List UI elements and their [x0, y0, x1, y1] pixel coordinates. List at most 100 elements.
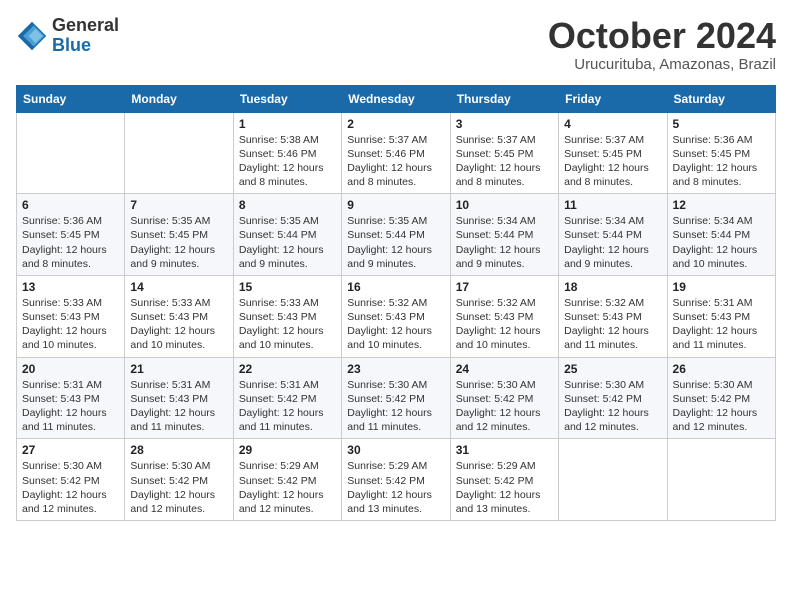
calendar-cell: 20Sunrise: 5:31 AMSunset: 5:43 PMDayligh…: [17, 357, 125, 439]
day-number: 9: [347, 198, 444, 212]
calendar-cell: 25Sunrise: 5:30 AMSunset: 5:42 PMDayligh…: [559, 357, 667, 439]
calendar-cell: 18 Sunrise: 5:32 AMSunset: 5:43 PMDayligh…: [559, 275, 667, 357]
day-number: 3: [456, 117, 553, 131]
calendar-cell: 22 Sunrise: 5:31 AMSunset: 5:42 PMDayligh…: [233, 357, 341, 439]
calendar-cell: 15Sunrise: 5:33 AMSunset: 5:43 PMDayligh…: [233, 275, 341, 357]
day-number: 28: [130, 443, 227, 457]
calendar-body: 1 Sunrise: 5:38 AMSunset: 5:46 PMDaylight…: [17, 112, 776, 520]
header-wednesday: Wednesday: [342, 85, 450, 112]
header-saturday: Saturday: [667, 85, 775, 112]
calendar-cell: 16Sunrise: 5:32 AMSunset: 5:43 PMDayligh…: [342, 275, 450, 357]
calendar-cell: 24 Sunrise: 5:30 AMSunset: 5:42 PMDayligh…: [450, 357, 558, 439]
calendar-cell: 26 Sunrise: 5:30 AMSunset: 5:42 PMDayligh…: [667, 357, 775, 439]
day-number: 11: [564, 198, 661, 212]
calendar-cell: 17 Sunrise: 5:32 AMSunset: 5:43 PMDayligh…: [450, 275, 558, 357]
calendar-cell: 23Sunrise: 5:30 AMSunset: 5:42 PMDayligh…: [342, 357, 450, 439]
day-number: 18: [564, 280, 661, 294]
day-number: 19: [673, 280, 770, 294]
header-monday: Monday: [125, 85, 233, 112]
day-info: Sunrise: 5:31 AMSunset: 5:42 PMDaylight:…: [239, 378, 336, 435]
day-number: 13: [22, 280, 119, 294]
calendar-cell: [667, 439, 775, 521]
day-number: 1: [239, 117, 336, 131]
day-number: 5: [673, 117, 770, 131]
day-info: Sunrise: 5:33 AMSunset: 5:43 PMDaylight:…: [22, 296, 119, 353]
logo-blue: Blue: [52, 35, 91, 55]
day-info: Sunrise: 5:37 AMSunset: 5:45 PMDaylight:…: [564, 133, 661, 190]
day-info: Sunrise: 5:30 AMSunset: 5:42 PMDaylight:…: [22, 459, 119, 516]
calendar-cell: 29 Sunrise: 5:29 AMSunset: 5:42 PMDayligh…: [233, 439, 341, 521]
calendar-week-2: 6 Sunrise: 5:36 AMSunset: 5:45 PMDaylight…: [17, 194, 776, 276]
day-number: 15: [239, 280, 336, 294]
day-info: Sunrise: 5:34 AMSunset: 5:44 PMDaylight:…: [564, 214, 661, 271]
header-thursday: Thursday: [450, 85, 558, 112]
day-number: 23: [347, 362, 444, 376]
title-block: October 2024 Urucurituba, Amazonas, Braz…: [548, 16, 776, 73]
day-info: Sunrise: 5:32 AMSunset: 5:43 PMDaylight:…: [564, 296, 661, 353]
day-info: Sunrise: 5:36 AMSunset: 5:45 PMDaylight:…: [673, 133, 770, 190]
day-info: Sunrise: 5:30 AMSunset: 5:42 PMDaylight:…: [456, 378, 553, 435]
calendar-cell: 31Sunrise: 5:29 AMSunset: 5:42 PMDayligh…: [450, 439, 558, 521]
day-info: Sunrise: 5:31 AMSunset: 5:43 PMDaylight:…: [22, 378, 119, 435]
calendar-cell: 30 Sunrise: 5:29 AMSunset: 5:42 PMDayligh…: [342, 439, 450, 521]
calendar-cell: [559, 439, 667, 521]
calendar-cell: 27 Sunrise: 5:30 AMSunset: 5:42 PMDayligh…: [17, 439, 125, 521]
header-row: Sunday Monday Tuesday Wednesday Thursday…: [17, 85, 776, 112]
logo-text: General Blue: [52, 16, 119, 56]
calendar-cell: 13 Sunrise: 5:33 AMSunset: 5:43 PMDayligh…: [17, 275, 125, 357]
day-info: Sunrise: 5:31 AMSunset: 5:43 PMDaylight:…: [130, 378, 227, 435]
calendar-cell: [17, 112, 125, 194]
day-number: 25: [564, 362, 661, 376]
day-info: Sunrise: 5:33 AMSunset: 5:43 PMDaylight:…: [130, 296, 227, 353]
day-number: 22: [239, 362, 336, 376]
day-number: 21: [130, 362, 227, 376]
day-number: 7: [130, 198, 227, 212]
calendar-cell: 9 Sunrise: 5:35 AMSunset: 5:44 PMDaylight…: [342, 194, 450, 276]
location-subtitle: Urucurituba, Amazonas, Brazil: [548, 56, 776, 73]
page-header: General Blue October 2024 Urucurituba, A…: [16, 16, 776, 73]
day-info: Sunrise: 5:36 AMSunset: 5:45 PMDaylight:…: [22, 214, 119, 271]
day-info: Sunrise: 5:34 AMSunset: 5:44 PMDaylight:…: [673, 214, 770, 271]
day-info: Sunrise: 5:29 AMSunset: 5:42 PMDaylight:…: [239, 459, 336, 516]
day-number: 4: [564, 117, 661, 131]
day-info: Sunrise: 5:38 AMSunset: 5:46 PMDaylight:…: [239, 133, 336, 190]
calendar-cell: 6 Sunrise: 5:36 AMSunset: 5:45 PMDaylight…: [17, 194, 125, 276]
month-title: October 2024: [548, 16, 776, 56]
calendar-week-4: 20Sunrise: 5:31 AMSunset: 5:43 PMDayligh…: [17, 357, 776, 439]
day-info: Sunrise: 5:35 AMSunset: 5:44 PMDaylight:…: [347, 214, 444, 271]
calendar-cell: 4 Sunrise: 5:37 AMSunset: 5:45 PMDaylight…: [559, 112, 667, 194]
day-info: Sunrise: 5:34 AMSunset: 5:44 PMDaylight:…: [456, 214, 553, 271]
header-tuesday: Tuesday: [233, 85, 341, 112]
calendar-week-5: 27 Sunrise: 5:30 AMSunset: 5:42 PMDayligh…: [17, 439, 776, 521]
calendar-cell: 14Sunrise: 5:33 AMSunset: 5:43 PMDayligh…: [125, 275, 233, 357]
calendar-cell: 28Sunrise: 5:30 AMSunset: 5:42 PMDayligh…: [125, 439, 233, 521]
logo-general: General: [52, 15, 119, 35]
day-info: Sunrise: 5:32 AMSunset: 5:43 PMDaylight:…: [456, 296, 553, 353]
day-info: Sunrise: 5:37 AMSunset: 5:46 PMDaylight:…: [347, 133, 444, 190]
day-info: Sunrise: 5:35 AMSunset: 5:44 PMDaylight:…: [239, 214, 336, 271]
day-number: 26: [673, 362, 770, 376]
day-number: 27: [22, 443, 119, 457]
header-friday: Friday: [559, 85, 667, 112]
day-number: 16: [347, 280, 444, 294]
day-number: 24: [456, 362, 553, 376]
day-number: 2: [347, 117, 444, 131]
day-number: 29: [239, 443, 336, 457]
day-number: 17: [456, 280, 553, 294]
calendar-cell: 5 Sunrise: 5:36 AMSunset: 5:45 PMDaylight…: [667, 112, 775, 194]
calendar-cell: 12Sunrise: 5:34 AMSunset: 5:44 PMDayligh…: [667, 194, 775, 276]
calendar-cell: 2 Sunrise: 5:37 AMSunset: 5:46 PMDaylight…: [342, 112, 450, 194]
calendar-header: Sunday Monday Tuesday Wednesday Thursday…: [17, 85, 776, 112]
calendar-cell: 8Sunrise: 5:35 AMSunset: 5:44 PMDaylight…: [233, 194, 341, 276]
day-number: 31: [456, 443, 553, 457]
day-number: 6: [22, 198, 119, 212]
day-number: 10: [456, 198, 553, 212]
calendar-cell: 10 Sunrise: 5:34 AMSunset: 5:44 PMDayligh…: [450, 194, 558, 276]
day-info: Sunrise: 5:29 AMSunset: 5:42 PMDaylight:…: [347, 459, 444, 516]
header-sunday: Sunday: [17, 85, 125, 112]
calendar-cell: [125, 112, 233, 194]
day-info: Sunrise: 5:37 AMSunset: 5:45 PMDaylight:…: [456, 133, 553, 190]
day-number: 30: [347, 443, 444, 457]
calendar-cell: 7Sunrise: 5:35 AMSunset: 5:45 PMDaylight…: [125, 194, 233, 276]
day-info: Sunrise: 5:30 AMSunset: 5:42 PMDaylight:…: [673, 378, 770, 435]
